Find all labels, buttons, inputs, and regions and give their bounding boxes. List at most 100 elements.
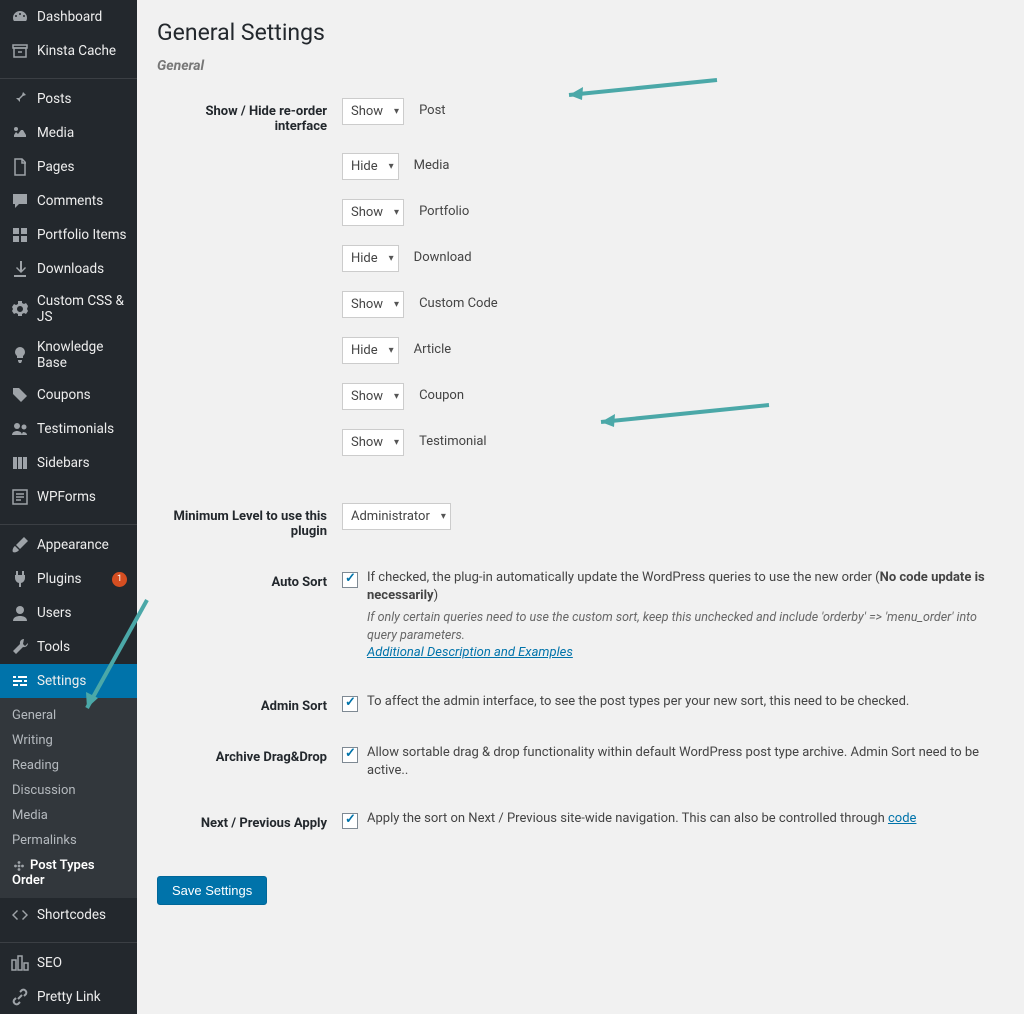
select-value: Show: [351, 297, 383, 312]
field-control: HideMedia: [342, 153, 1004, 180]
select-value: Show: [351, 104, 383, 119]
auto-sort-docs-link[interactable]: Additional Description and Examples: [367, 645, 573, 660]
sidebar-item-label: Shortcodes: [37, 907, 127, 923]
form-icon: [10, 487, 30, 507]
select-value: Show: [351, 205, 383, 220]
next-prev-code-link[interactable]: code: [888, 811, 916, 826]
sidebar-item-plugins[interactable]: Plugins1: [0, 562, 137, 596]
select-dropdown[interactable]: Show: [342, 98, 404, 125]
sidebar-item-pages[interactable]: Pages: [0, 150, 137, 184]
sidebar-item-label: SEO: [37, 955, 127, 971]
submenu-item-label: Media: [12, 808, 48, 823]
wrench-icon: [10, 637, 30, 657]
post-type-label: Download: [414, 245, 472, 265]
sidebar-item-kinsta-cache[interactable]: Kinsta Cache: [0, 34, 137, 68]
sidebar-item-dashboard[interactable]: Dashboard: [0, 0, 137, 34]
sidebar-item-posts[interactable]: Posts: [0, 78, 137, 116]
select-dropdown[interactable]: Hide: [342, 337, 399, 364]
sidebar-item-label: Comments: [37, 193, 127, 209]
people-icon: [10, 419, 30, 439]
checkbox[interactable]: [342, 747, 358, 763]
field-control: Apply the sort on Next / Previous site-w…: [342, 810, 1004, 831]
admin-sidebar: DashboardKinsta CachePostsMediaPagesComm…: [0, 0, 137, 1014]
save-button[interactable]: Save Settings: [157, 876, 267, 905]
submenu-item-general[interactable]: General: [0, 703, 137, 728]
field-control: HideArticle: [342, 337, 1004, 364]
show-hide-row: ShowCoupon: [157, 383, 1004, 410]
tag-icon: [10, 385, 30, 405]
submenu-item-media[interactable]: Media: [0, 803, 137, 828]
next-prev-row: Next / Previous ApplyApply the sort on N…: [157, 810, 1004, 831]
field-control: Show Custom Code: [342, 291, 1004, 318]
sidebar-item-shortcodes[interactable]: Shortcodes: [0, 898, 137, 932]
flower-icon: [12, 859, 26, 873]
sidebar-item-media[interactable]: Media: [0, 116, 137, 150]
select-value: Show: [351, 435, 383, 450]
submenu-item-label: Writing: [12, 733, 53, 748]
sidebar-item-users[interactable]: Users: [0, 596, 137, 630]
sidebar-item-label: Plugins: [37, 571, 107, 587]
select-value: Hide: [351, 159, 378, 174]
sidebar-item-sidebars[interactable]: Sidebars: [0, 446, 137, 480]
sidebar-item-custom-css-js[interactable]: Custom CSS & JS: [0, 286, 137, 332]
checkbox[interactable]: [342, 813, 358, 829]
field-control: ShowCoupon: [342, 383, 1004, 410]
pin-icon: [10, 89, 30, 109]
submenu-item-reading[interactable]: Reading: [0, 753, 137, 778]
sidebar-item-label: Appearance: [37, 537, 127, 553]
bulb-icon: [10, 345, 30, 365]
field-label: [157, 199, 342, 226]
field-label: [157, 337, 342, 364]
sidebar-item-label: Coupons: [37, 387, 127, 403]
download-icon: [10, 259, 30, 279]
checkbox[interactable]: [342, 572, 358, 588]
user-icon: [10, 603, 30, 623]
sidebar-item-label: Portfolio Items: [37, 227, 127, 243]
checkbox[interactable]: [342, 696, 358, 712]
sidebar-item-label: Knowledge Base: [37, 339, 127, 371]
submenu-item-label: General: [12, 708, 56, 723]
post-type-label: Custom Code: [419, 291, 498, 311]
field-label: Next / Previous Apply: [157, 810, 342, 831]
select-dropdown[interactable]: Hide: [342, 245, 399, 272]
submenu-item-writing[interactable]: Writing: [0, 728, 137, 753]
select-dropdown[interactable]: Show: [342, 383, 404, 410]
sliders-icon: [10, 671, 30, 691]
select-dropdown[interactable]: Show: [342, 291, 404, 318]
sidebar-item-seo[interactable]: SEO: [0, 942, 137, 980]
select-dropdown[interactable]: Show: [342, 429, 404, 456]
sidebar-item-portfolio-items[interactable]: Portfolio Items: [0, 218, 137, 252]
sidebar-item-settings[interactable]: Settings: [0, 664, 137, 698]
sidebar-item-label: WPForms: [37, 489, 127, 505]
field-control: ShowTestimonial: [342, 429, 1004, 456]
sidebar-item-label: Tools: [37, 639, 127, 655]
code-icon: [10, 905, 30, 925]
sidebar-item-coupons[interactable]: Coupons: [0, 378, 137, 412]
min-level-row: Minimum Level to use this pluginAdminist…: [157, 503, 1004, 539]
sidebar-item-testimonials[interactable]: Testimonials: [0, 412, 137, 446]
sidebar-item-label: Pages: [37, 159, 127, 175]
sidebar-item-label: Custom CSS & JS: [37, 293, 127, 325]
select-dropdown[interactable]: Hide: [342, 153, 399, 180]
field-control: Hide Download: [342, 245, 1004, 272]
sidebar-item-tools[interactable]: Tools: [0, 630, 137, 664]
show-hide-row: HideArticle: [157, 337, 1004, 364]
sidebar-item-knowledge-base[interactable]: Knowledge Base: [0, 332, 137, 378]
field-label: Archive Drag&Drop: [157, 744, 342, 780]
sidebar-item-label: Dashboard: [37, 9, 127, 25]
grid-icon: [10, 225, 30, 245]
show-hide-row: ShowTestimonial: [157, 429, 1004, 456]
field-label: [157, 153, 342, 180]
select-dropdown[interactable]: Administrator: [342, 503, 451, 530]
sidebar-item-appearance[interactable]: Appearance: [0, 524, 137, 562]
sidebar-item-downloads[interactable]: Downloads: [0, 252, 137, 286]
sidebar-item-pretty-link[interactable]: Pretty Link: [0, 980, 137, 1014]
submenu-item-discussion[interactable]: Discussion: [0, 778, 137, 803]
select-dropdown[interactable]: Show: [342, 199, 404, 226]
checkbox-description: If checked, the plug-in automatically up…: [367, 569, 1004, 663]
plug-icon: [10, 569, 30, 589]
sidebar-item-comments[interactable]: Comments: [0, 184, 137, 218]
sidebar-item-wpforms[interactable]: WPForms: [0, 480, 137, 514]
submenu-item-post-types-order[interactable]: Post Types Order: [0, 853, 137, 893]
sidebar-item-label: Settings: [37, 673, 127, 689]
